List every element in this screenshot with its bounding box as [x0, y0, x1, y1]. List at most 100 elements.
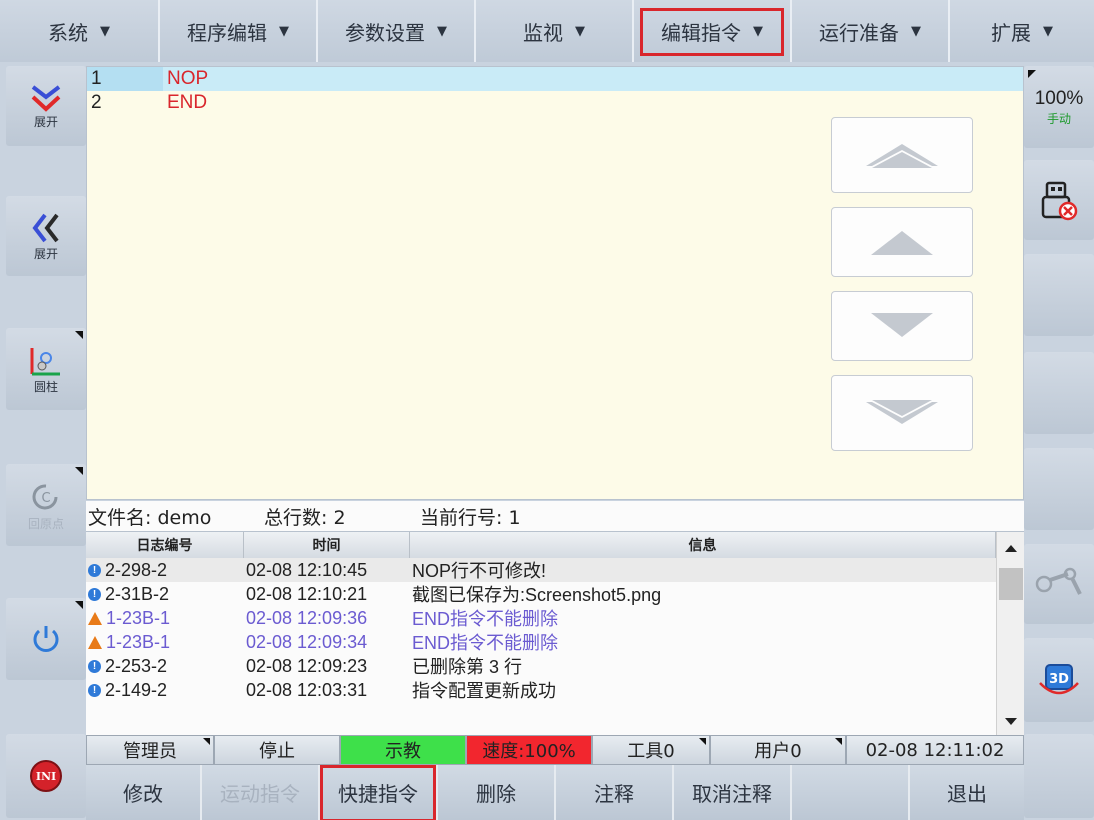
status-mode: 示教	[340, 735, 466, 765]
expand-down-button[interactable]: 展开	[6, 66, 86, 146]
robot-button[interactable]	[1024, 544, 1094, 624]
menu-extend[interactable]: 扩展 ▼	[950, 0, 1094, 62]
svg-text:3D: 3D	[1049, 672, 1069, 687]
scroll-up-arrow-icon	[1005, 545, 1017, 552]
return-origin-label: 回原点	[27, 516, 64, 531]
right-empty-button-4[interactable]	[1024, 734, 1094, 818]
expand-left-label: 展开	[33, 246, 58, 261]
modify-button[interactable]: 修改	[86, 765, 202, 820]
status-state-label: 停止	[259, 741, 295, 762]
right-empty-button-2[interactable]	[1024, 352, 1094, 434]
log-scrollbar[interactable]	[996, 532, 1024, 736]
menu-program-edit-label: 程序编辑	[187, 20, 267, 45]
line-number: 2	[91, 92, 102, 113]
menu-run-prepare-label: 运行准备	[819, 20, 899, 45]
log-msg: END指令不能删除	[412, 609, 559, 629]
scroll-down-button[interactable]	[831, 291, 973, 361]
page-down-button[interactable]	[831, 375, 973, 451]
status-datetime: 02-08 12:11:02	[846, 735, 1024, 765]
page-up-button[interactable]	[831, 117, 973, 193]
status-tool-label: 工具0	[627, 741, 675, 762]
right-sidebar: 100% 手动 3D	[1024, 62, 1094, 820]
status-speed[interactable]: 速度:100%	[466, 735, 592, 765]
status-state: 停止	[214, 735, 340, 765]
double-chevron-down-icon	[866, 400, 938, 424]
log-msg: END指令不能删除	[412, 633, 559, 653]
warning-icon	[88, 611, 102, 625]
uncomment-button[interactable]: 取消注释	[674, 765, 792, 820]
log-id: 2-253-2	[105, 655, 168, 676]
log-id: 1-23B-1	[106, 607, 171, 628]
3d-view-button[interactable]: 3D	[1024, 638, 1094, 722]
log-row[interactable]: 1-23B-1 02-08 12:09:34 END指令不能删除	[86, 630, 1024, 654]
triangle-down-icon	[871, 313, 933, 337]
reset-origin-icon: C	[32, 483, 58, 509]
function-bar: 修改 运动指令 快捷指令 删除 注释 取消注释 退出	[86, 765, 1024, 820]
expand-left-button[interactable]: 展开	[6, 196, 86, 276]
chevron-down-icon: ▼	[100, 23, 110, 39]
program-line[interactable]: 2 END	[87, 91, 1023, 115]
coord-label: 圆柱	[33, 379, 58, 394]
quick-instruction-button[interactable]: 快捷指令	[320, 765, 438, 820]
log-row[interactable]: ! 2-149-2 02-08 12:03:31 指令配置更新成功	[86, 678, 1024, 702]
usb-button[interactable]	[1024, 160, 1094, 240]
menu-run-prepare[interactable]: 运行准备 ▼	[792, 0, 950, 62]
log-row[interactable]: ! 2-253-2 02-08 12:09:23 已删除第 3 行	[86, 654, 1024, 678]
log-row[interactable]: 1-23B-1 02-08 12:09:36 END指令不能删除	[86, 606, 1024, 630]
power-button[interactable]	[6, 598, 86, 680]
ini-button[interactable]: INI	[6, 734, 86, 818]
delete-button[interactable]: 删除	[438, 765, 556, 820]
log-msg: 已删除第 3 行	[412, 657, 523, 677]
program-line[interactable]: 1 NOP	[87, 67, 1023, 91]
menu-monitor-label: 监视	[523, 20, 563, 45]
top-menu-bar: 系统 ▼ 程序编辑 ▼ 参数设置 ▼ 监视 ▼ 编辑指令 ▼ 运行准备 ▼ 扩展…	[0, 0, 1094, 62]
file-info-bar: 文件名: demo 总行数: 2 当前行号: 1	[86, 501, 1024, 531]
double-chevron-left-icon	[32, 213, 59, 242]
scroll-thumb[interactable]	[999, 568, 1023, 600]
menu-edit-instruction-label: 编辑指令	[661, 20, 741, 45]
menu-param-settings-label: 参数设置	[345, 20, 425, 45]
menu-edit-instruction[interactable]: 编辑指令 ▼	[634, 0, 792, 62]
double-chevron-up-icon	[866, 144, 938, 168]
coord-system-button[interactable]: 圆柱	[6, 328, 86, 410]
status-user-frame[interactable]: 用户0	[710, 735, 846, 765]
svg-text:INI: INI	[36, 770, 56, 783]
scroll-up-button[interactable]	[831, 207, 973, 277]
info-icon: !	[88, 587, 101, 601]
log-header: 日志编号 时间 信息	[86, 532, 1024, 558]
right-empty-button-3[interactable]	[1024, 448, 1094, 530]
menu-monitor[interactable]: 监视 ▼	[476, 0, 634, 62]
log-id: 1-23B-1	[106, 631, 171, 652]
comment-button[interactable]: 注释	[556, 765, 674, 820]
exit-button[interactable]: 退出	[910, 765, 1024, 820]
status-user[interactable]: 管理员	[86, 735, 214, 765]
motion-instruction-button[interactable]: 运动指令	[202, 765, 320, 820]
log-row[interactable]: ! 2-298-2 02-08 12:10:45 NOP行不可修改!	[86, 558, 1024, 582]
chevron-down-icon: ▼	[437, 23, 447, 39]
chevron-down-icon: ▼	[1043, 23, 1053, 39]
line-command: END	[167, 92, 208, 113]
log-col-id: 日志编号	[86, 532, 244, 558]
program-editor[interactable]: 1 NOP 2 END	[86, 66, 1024, 500]
mode-label: 手动	[1046, 111, 1071, 126]
menu-param-settings[interactable]: 参数设置 ▼	[318, 0, 476, 62]
log-time: 02-08 12:10:21	[246, 583, 368, 604]
ini-icon: INI	[30, 760, 62, 792]
log-table: 日志编号 时间 信息 ! 2-298-2 02-08 12:10:45 NOP行不…	[86, 531, 1024, 736]
menu-system[interactable]: 系统 ▼	[0, 0, 160, 62]
expand-down-label: 展开	[33, 114, 58, 129]
status-tool[interactable]: 工具0	[592, 735, 710, 765]
log-id: 2-31B-2	[105, 583, 170, 604]
info-icon: !	[88, 563, 101, 577]
double-chevron-down-icon	[31, 84, 61, 112]
scroll-down-arrow-icon	[1005, 718, 1017, 725]
current-line: 当前行号: 1	[420, 506, 521, 529]
right-empty-button-1[interactable]	[1024, 254, 1094, 336]
status-mode-label: 示教	[385, 741, 421, 762]
speed-button[interactable]: 100% 手动	[1024, 66, 1094, 148]
return-origin-button[interactable]: C 回原点	[6, 464, 86, 546]
blank-button[interactable]	[792, 765, 910, 820]
line-command: NOP	[167, 68, 209, 89]
log-row[interactable]: ! 2-31B-2 02-08 12:10:21 截图已保存为:Screensho…	[86, 582, 1024, 606]
menu-program-edit[interactable]: 程序编辑 ▼	[160, 0, 318, 62]
